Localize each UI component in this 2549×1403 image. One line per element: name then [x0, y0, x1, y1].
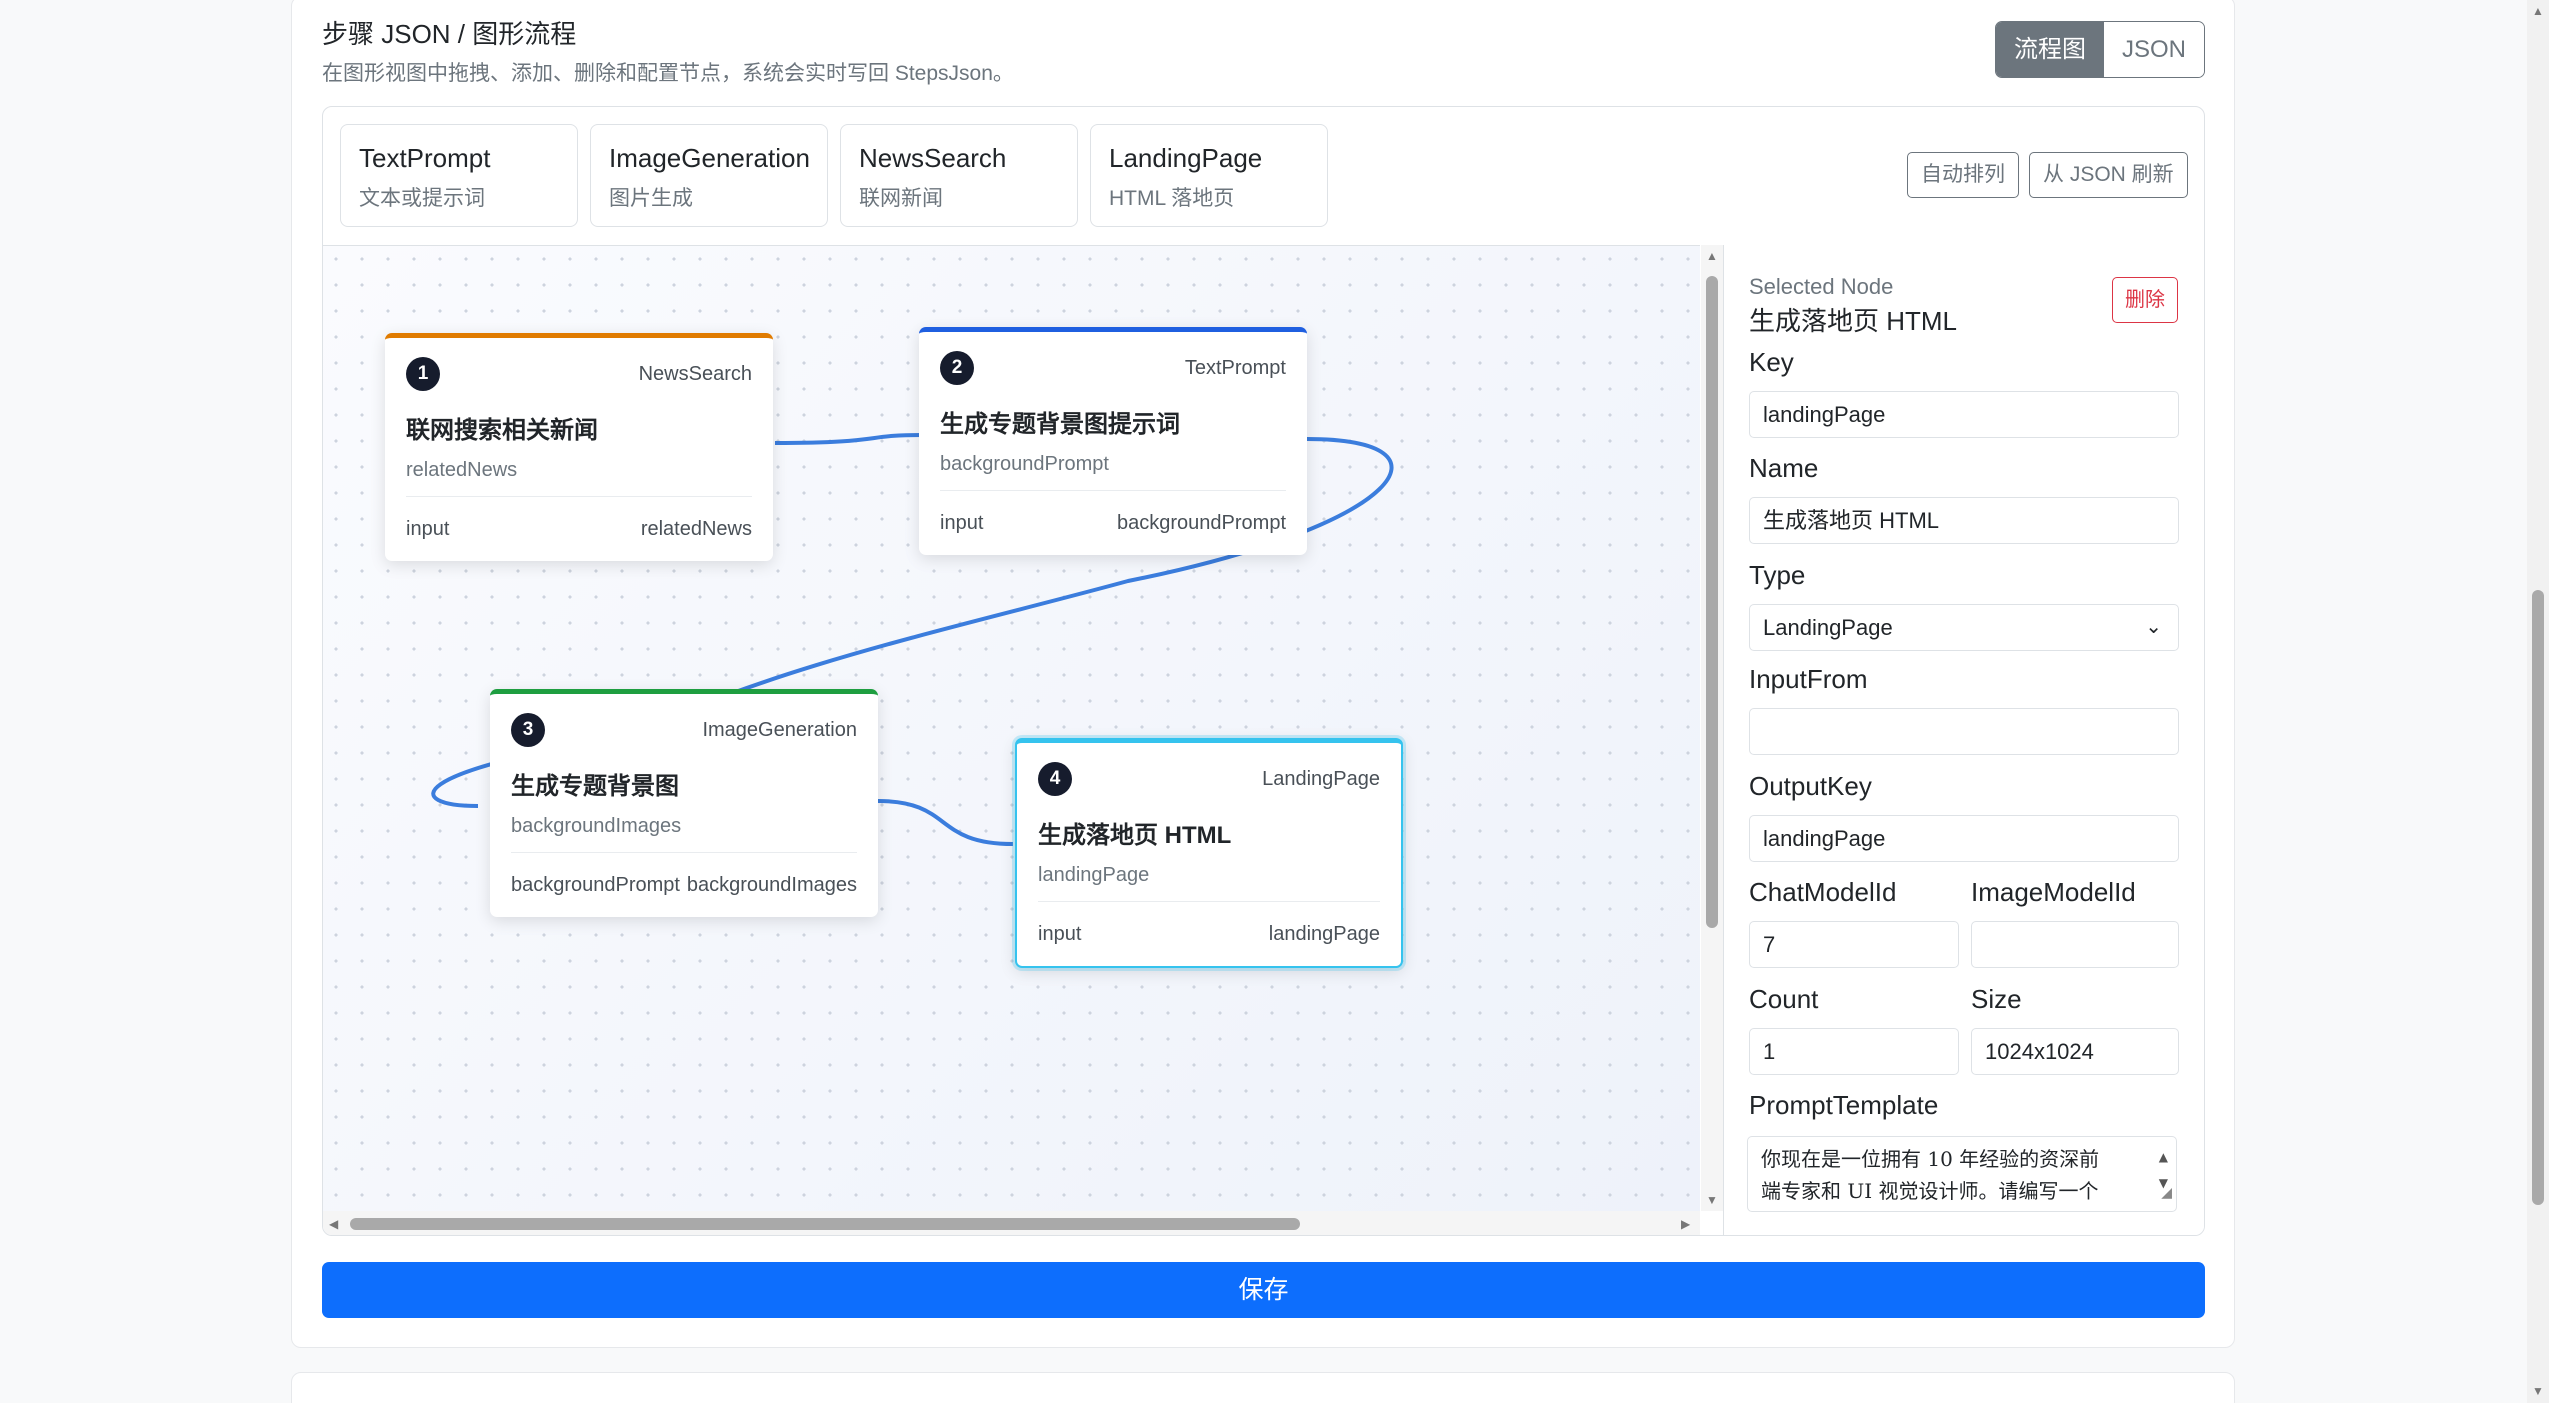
- node-title: 联网搜索相关新闻: [406, 417, 598, 444]
- node-output-key: backgroundPrompt: [940, 453, 1286, 491]
- chevron-down-icon: ⌄: [2145, 616, 2162, 638]
- node-config-panel: Selected Node 生成落地页 HTML 删除 Key landingP…: [1723, 245, 2204, 1235]
- node-output-port[interactable]: backgroundPrompt: [1117, 491, 1286, 555]
- outputkey-input[interactable]: landingPage: [1749, 815, 2179, 862]
- scrollbar-thumb[interactable]: [2532, 590, 2544, 1205]
- scroll-up-icon[interactable]: ▲: [1706, 249, 1718, 263]
- palette-item-textprompt[interactable]: TextPrompt 文本或提示词: [340, 124, 578, 227]
- imagemodelid-label: ImageModelId: [1971, 877, 2136, 907]
- size-label: Size: [1971, 984, 2022, 1014]
- next-card: [291, 1372, 2235, 1403]
- palette-item-newssearch[interactable]: NewsSearch 联网新闻: [840, 124, 1078, 227]
- type-select-value: LandingPage: [1763, 615, 1893, 640]
- node-title: 生成专题背景图提示词: [940, 411, 1180, 438]
- scrollbar-thumb[interactable]: [1706, 276, 1718, 928]
- selected-node-name: 生成落地页 HTML: [1749, 306, 1958, 336]
- node-output-port[interactable]: landingPage: [1269, 902, 1380, 966]
- node-output-key: landingPage: [1038, 864, 1380, 902]
- count-input[interactable]: 1: [1749, 1028, 1959, 1075]
- section-subtitle: 在图形视图中拖拽、添加、删除和配置节点，系统会实时写回 StepsJson。: [322, 62, 1014, 85]
- size-input[interactable]: 1024x1024: [1971, 1028, 2179, 1075]
- palette-item-imagegeneration[interactable]: ImageGeneration 图片生成: [590, 124, 828, 227]
- node-index-badge: 2: [940, 351, 974, 385]
- canvas-vertical-scrollbar[interactable]: ▲ ▼: [1701, 245, 1723, 1211]
- selected-node-label: Selected Node: [1749, 274, 1894, 299]
- palette-type: ImageGeneration: [609, 143, 810, 173]
- scroll-down-icon[interactable]: ▼: [1706, 1193, 1718, 1207]
- palette-type: NewsSearch: [859, 143, 1007, 173]
- section-title: 步骤 JSON / 图形流程: [322, 19, 577, 49]
- node-type: ImageGeneration: [702, 718, 857, 741]
- node-type: LandingPage: [1262, 767, 1380, 790]
- node-output-port[interactable]: backgroundImages: [687, 853, 857, 917]
- key-label: Key: [1749, 347, 1794, 377]
- scroll-left-icon[interactable]: ◀: [329, 1217, 338, 1231]
- palette-desc: 文本或提示词: [359, 187, 485, 210]
- node-input-port[interactable]: backgroundPrompt: [511, 853, 680, 917]
- node-output-key: relatedNews: [406, 459, 752, 497]
- resize-grip-icon[interactable]: ◢: [2161, 1177, 2172, 1209]
- key-input[interactable]: landingPage: [1749, 391, 2179, 438]
- name-label: Name: [1749, 453, 1819, 483]
- flow-node-3[interactable]: 3 ImageGeneration 生成专题背景图 backgroundImag…: [490, 689, 878, 917]
- outputkey-label: OutputKey: [1749, 771, 1872, 801]
- node-output-port[interactable]: relatedNews: [641, 497, 752, 561]
- auto-layout-button[interactable]: 自动排列: [1907, 152, 2019, 198]
- prompt-line: 你现在是一位拥有 10 年经验的资深前: [1761, 1147, 2100, 1171]
- type-label: Type: [1749, 560, 1806, 590]
- node-input-port[interactable]: input: [940, 491, 983, 555]
- flow-node-2[interactable]: 2 TextPrompt 生成专题背景图提示词 backgroundPrompt…: [919, 327, 1307, 555]
- node-output-key: backgroundImages: [511, 815, 857, 853]
- inputfrom-input[interactable]: [1749, 708, 2179, 755]
- prompttemplate-textarea[interactable]: 你现在是一位拥有 10 年经验的资深前 端专家和 UI 视觉设计师。请编写一个 …: [1747, 1136, 2177, 1212]
- page-vertical-scrollbar[interactable]: ▲ ▼: [2527, 0, 2549, 1403]
- edge-3-4: [877, 799, 1014, 846]
- canvas-horizontal-scrollbar[interactable]: ◀ ▶: [323, 1211, 1700, 1235]
- node-type: NewsSearch: [638, 362, 752, 385]
- node-type: TextPrompt: [1184, 356, 1286, 379]
- edge-1-2: [774, 433, 922, 445]
- name-input[interactable]: 生成落地页 HTML: [1749, 497, 2179, 544]
- node-title: 生成专题背景图: [511, 773, 679, 800]
- view-toggle: 流程图 JSON: [1995, 21, 2206, 78]
- node-input-port[interactable]: input: [1038, 902, 1081, 966]
- save-button[interactable]: 保存: [322, 1262, 2205, 1318]
- inputfrom-label: InputFrom: [1749, 664, 1868, 694]
- prompt-line: 端专家和 UI 视觉设计师。请编写一个: [1761, 1179, 2099, 1203]
- scroll-right-icon[interactable]: ▶: [1681, 1217, 1690, 1231]
- imagemodelid-input[interactable]: [1971, 921, 2179, 968]
- node-index-badge: 3: [511, 713, 545, 747]
- palette-desc: 图片生成: [609, 187, 693, 210]
- flow-view-button[interactable]: 流程图: [1996, 22, 2104, 77]
- palette-desc: HTML 落地页: [1109, 187, 1235, 210]
- delete-node-button[interactable]: 删除: [2112, 277, 2178, 323]
- scrollbar-thumb[interactable]: [350, 1218, 1300, 1230]
- prompttemplate-label: PromptTemplate: [1749, 1090, 1939, 1120]
- flow-editor: TextPrompt 文本或提示词 ImageGeneration 图片生成 N…: [322, 106, 2205, 1236]
- node-index-badge: 1: [406, 357, 440, 391]
- count-label: Count: [1749, 984, 1819, 1014]
- palette-type: LandingPage: [1109, 143, 1263, 173]
- scroll-up-icon[interactable]: ▲: [2532, 4, 2544, 18]
- palette-item-landingpage[interactable]: LandingPage HTML 落地页: [1090, 124, 1328, 227]
- json-view-button[interactable]: JSON: [2104, 22, 2205, 77]
- chatmodelid-input[interactable]: 7: [1749, 921, 1959, 968]
- refresh-from-json-button[interactable]: 从 JSON 刷新: [2029, 152, 2188, 198]
- type-select[interactable]: LandingPage ⌄: [1749, 604, 2179, 651]
- scroll-down-icon[interactable]: ▼: [2532, 1384, 2544, 1398]
- chatmodelid-label: ChatModelId: [1749, 877, 1897, 907]
- palette-desc: 联网新闻: [859, 187, 943, 210]
- node-title: 生成落地页 HTML: [1038, 822, 1232, 849]
- node-index-badge: 4: [1038, 762, 1072, 796]
- palette-type: TextPrompt: [359, 143, 491, 173]
- flow-node-4-selected[interactable]: 4 LandingPage 生成落地页 HTML landingPage inp…: [1015, 738, 1403, 968]
- node-input-port[interactable]: input: [406, 497, 449, 561]
- flow-node-1[interactable]: 1 NewsSearch 联网搜索相关新闻 relatedNews input …: [385, 333, 773, 561]
- flow-canvas[interactable]: 1 NewsSearch 联网搜索相关新闻 relatedNews input …: [323, 245, 1700, 1235]
